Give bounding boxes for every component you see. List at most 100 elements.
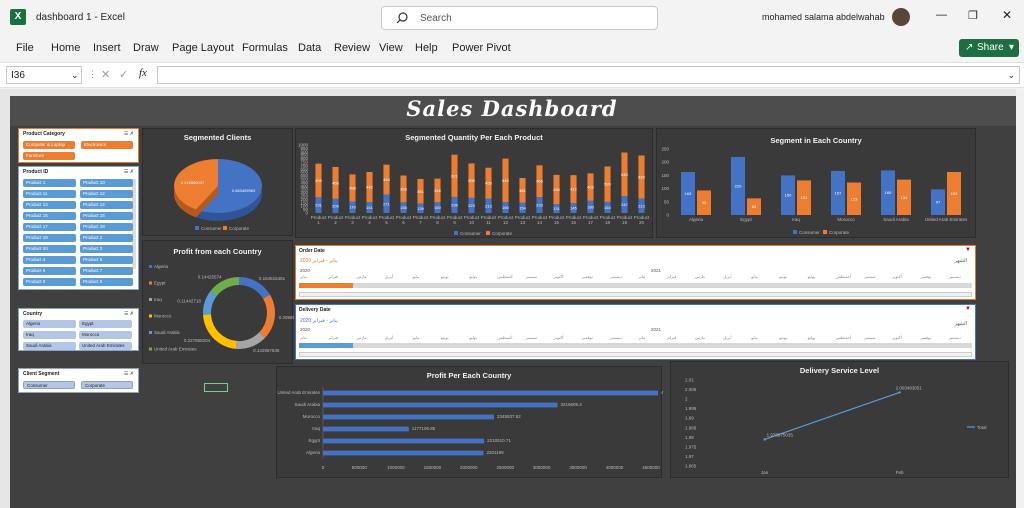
timeline-month-label[interactable]: يوليو (469, 335, 477, 340)
timeline-month-label[interactable]: مارس (695, 274, 705, 279)
slicer-item-country[interactable]: Iraq (23, 331, 76, 339)
clear-filter-icon[interactable]: ▼ (965, 247, 971, 253)
timeline-month-label[interactable]: يناير (300, 335, 307, 340)
timeline-month-label[interactable]: أغسطس (836, 335, 851, 340)
timeline-month-label[interactable]: مايو (751, 274, 758, 279)
tab-formulas[interactable]: Formulas (242, 42, 288, 54)
timeline-month-label[interactable]: سبتمبر (526, 335, 538, 340)
tab-file[interactable]: File (16, 42, 34, 54)
slicer-filter-icons[interactable]: ☰ ✗ (124, 169, 134, 175)
timeline-month-label[interactable]: يونيو (441, 274, 449, 279)
timeline-level[interactable]: الشهر (955, 321, 967, 327)
slicer-item-country[interactable]: Egypt (79, 320, 132, 328)
clear-filter-icon[interactable]: ▼ (965, 306, 971, 312)
slicer-item-product[interactable]: Product 1 (23, 179, 76, 187)
timeline-month-label[interactable]: أكتوبر (554, 335, 564, 340)
slicer-filter-icons[interactable]: ☰ ✗ (124, 371, 134, 377)
timeline-month-label[interactable]: مايو (413, 274, 420, 279)
slicer-item-product[interactable]: Product 20 (23, 245, 76, 253)
timeline-level[interactable]: الشهر (955, 258, 967, 264)
timeline-month-label[interactable]: سبتمبر (864, 335, 876, 340)
slicer-item-product[interactable]: Product 14 (80, 201, 133, 209)
share-button[interactable]: ↗ Share ▾ (959, 39, 1019, 57)
slicer-item-corporate[interactable]: Corporate (81, 381, 133, 389)
slicer-item-product[interactable]: Product 3 (80, 245, 133, 253)
timeline-month-label[interactable]: يناير (300, 274, 307, 279)
slicer-item-product[interactable]: Product 12 (80, 190, 133, 198)
avatar[interactable] (892, 8, 910, 26)
timeline-month-label[interactable]: أغسطس (497, 274, 512, 279)
active-cell[interactable] (204, 383, 228, 392)
slicer-item-country[interactable]: Algeria (23, 320, 76, 328)
timeline-month-label[interactable]: ديسمبر (610, 274, 622, 279)
timeline-selection[interactable] (299, 343, 353, 348)
slicer-item-product[interactable]: Product 9 (80, 278, 133, 286)
timeline-month-label[interactable]: مارس (356, 274, 366, 279)
enter-icon[interactable]: ✓ (119, 68, 128, 81)
tab-view[interactable]: View (379, 42, 403, 54)
tab-draw[interactable]: Draw (133, 42, 159, 54)
timeline-month-label[interactable]: ديسمبر (949, 335, 961, 340)
timeline-month-label[interactable]: أكتوبر (892, 335, 902, 340)
slicer-item-product[interactable]: Product 4 (23, 256, 76, 264)
slicer-item-product[interactable]: Product 16 (80, 212, 133, 220)
timeline-month-label[interactable]: يونيو (441, 335, 449, 340)
timeline-month-label[interactable]: فبراير (667, 274, 677, 279)
timeline-month-label[interactable]: يناير (638, 274, 645, 279)
slicer-item-product[interactable]: Product 5 (80, 256, 133, 264)
slicer-item-product[interactable]: Product 10 (80, 179, 133, 187)
slicer-item-computer-laptop[interactable]: Computer & Laptop (23, 141, 75, 149)
slicer-item-country[interactable]: Morocco (79, 331, 132, 339)
slicer-item-country[interactable]: United Arab Emirates (79, 342, 132, 350)
formula-input[interactable]: ⌄ (157, 66, 1020, 84)
timeline-month-label[interactable]: يوليو (808, 335, 816, 340)
timeline-month-label[interactable]: مارس (356, 335, 366, 340)
slicer-item-product[interactable]: Product 17 (23, 223, 76, 231)
timeline-month-label[interactable]: سبتمبر (864, 274, 876, 279)
timeline-scrollbar[interactable] (299, 292, 972, 297)
slicer-item-consumer[interactable]: Consumer (23, 381, 75, 389)
slicer-item-product[interactable]: Product 6 (23, 267, 76, 275)
slicer-item-product[interactable]: Product 15 (23, 212, 76, 220)
slicer-item-product[interactable]: Product 7 (80, 267, 133, 275)
timeline-month-label[interactable]: يونيو (779, 335, 787, 340)
timeline-month-label[interactable]: يونيو (779, 274, 787, 279)
tab-data[interactable]: Data (298, 42, 321, 54)
slicer-item-product[interactable]: Product 13 (23, 201, 76, 209)
tab-page-layout[interactable]: Page Layout (172, 42, 234, 54)
tab-home[interactable]: Home (51, 42, 80, 54)
timeline-month-label[interactable]: نوفمبر (582, 274, 593, 279)
expand-icon[interactable]: ⌄ (1007, 70, 1015, 81)
timeline-month-label[interactable]: مارس (695, 335, 705, 340)
timeline-month-label[interactable]: فبراير (328, 335, 338, 340)
close-icon[interactable]: ✕ (1002, 8, 1012, 22)
slicer-item-furniture[interactable]: Furniture (23, 152, 75, 160)
timeline-month-label[interactable]: أغسطس (497, 335, 512, 340)
slicer-item-product[interactable]: Product 11 (23, 190, 76, 198)
timeline-month-label[interactable]: فبراير (328, 274, 338, 279)
slicer-item-product[interactable]: Product 19 (23, 234, 76, 242)
tab-review[interactable]: Review (334, 42, 370, 54)
slicer-item-product[interactable]: Product 8 (23, 278, 76, 286)
timeline-month-label[interactable]: نوفمبر (920, 335, 931, 340)
timeline-month-label[interactable]: يوليو (808, 274, 816, 279)
timeline-month-label[interactable]: سبتمبر (526, 274, 538, 279)
timeline-month-label[interactable]: فبراير (667, 335, 677, 340)
cancel-icon[interactable]: ✕ (101, 68, 110, 81)
chevron-down-icon[interactable]: ⌄ (71, 70, 79, 81)
tab-power-pivot[interactable]: Power Pivot (452, 42, 511, 54)
vertical-scrollbar[interactable] (1016, 89, 1024, 508)
timeline-month-label[interactable]: ديسمبر (949, 274, 961, 279)
slicer-item-electronics[interactable]: Electronics (81, 141, 133, 149)
timeline-track[interactable] (299, 343, 972, 348)
name-box[interactable]: I36 ⌄ (6, 66, 82, 84)
slicer-filter-icons[interactable]: ☰ ✗ (124, 311, 134, 317)
timeline-month-label[interactable]: مايو (751, 335, 758, 340)
timeline-month-label[interactable]: نوفمبر (582, 335, 593, 340)
timeline-month-label[interactable]: أكتوبر (554, 274, 564, 279)
timeline-month-label[interactable]: يوليو (469, 274, 477, 279)
timeline-month-label[interactable]: يناير (638, 335, 645, 340)
timeline-scrollbar[interactable] (299, 352, 972, 357)
minimize-icon[interactable]: — (936, 9, 947, 21)
timeline-month-label[interactable]: أغسطس (836, 274, 851, 279)
